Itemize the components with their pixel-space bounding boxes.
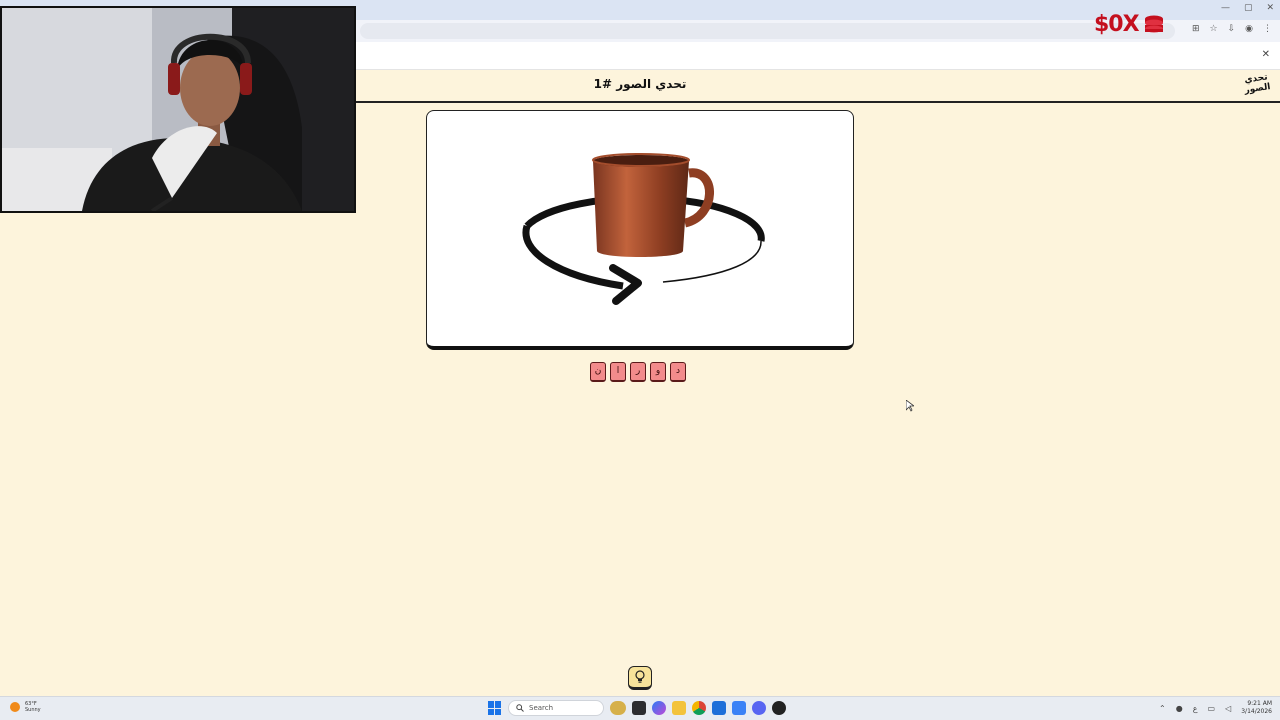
volume-icon[interactable]: ◁: [1225, 704, 1231, 713]
terminal-app-icon[interactable]: [632, 701, 646, 715]
chevron-up-icon[interactable]: ⌃: [1159, 704, 1166, 713]
weather-description: Sunny: [25, 707, 41, 713]
address-bar[interactable]: [360, 23, 1175, 39]
microphone-icon[interactable]: ●: [1176, 704, 1183, 713]
download-icon[interactable]: ⇩: [1228, 24, 1236, 34]
lightbulb-icon: [635, 670, 645, 683]
letter-tile[interactable]: و: [650, 362, 666, 382]
maximize-button[interactable]: ▢: [1244, 3, 1253, 13]
game-logo[interactable]: تحدي الصور: [1242, 72, 1271, 99]
coin-stack-icon: [1144, 15, 1163, 32]
sun-icon: [10, 702, 20, 712]
stream-brand: $0X: [1094, 12, 1165, 37]
obs-app-icon[interactable]: [772, 701, 786, 715]
chrome-app-icon[interactable]: [692, 701, 706, 715]
toolbar-icons: ⊞ ☆ ⇩ ◉ ⋮: [1192, 24, 1272, 34]
file-explorer-icon[interactable]: [672, 701, 686, 715]
windows-start-icon[interactable]: [488, 701, 502, 715]
input-language-indicator[interactable]: ع: [1193, 704, 1198, 713]
translate-icon[interactable]: ⊞: [1192, 24, 1200, 34]
clock-time: 9:21 AM: [1247, 700, 1272, 707]
letter-tiles: ن ا ر و د: [590, 362, 686, 382]
bookmark-star-icon[interactable]: ☆: [1210, 24, 1218, 34]
os-taskbar: 63°F Sunny Search ⌃ ● ع ▭ ◁ 9:21 AM 3/14…: [0, 696, 1280, 720]
letter-tile[interactable]: ن: [590, 362, 606, 382]
taskbar-search-box[interactable]: Search: [508, 700, 604, 716]
webcam-overlay: [0, 6, 356, 213]
profile-icon[interactable]: ◉: [1245, 24, 1253, 34]
letter-tile[interactable]: ر: [630, 362, 646, 382]
letter-tile[interactable]: د: [670, 362, 686, 382]
menu-icon[interactable]: ⋮: [1263, 24, 1272, 34]
discord-app-icon[interactable]: [752, 701, 766, 715]
mouse-cursor-icon: [906, 400, 914, 412]
taskbar-apps: Search: [488, 700, 786, 716]
weather-widget[interactable]: 63°F Sunny: [10, 701, 41, 713]
notepad-app-icon[interactable]: [732, 701, 746, 715]
task-view-icon[interactable]: [610, 701, 626, 715]
page-title: تحدي الصور #1: [593, 77, 687, 91]
clock-date: 3/14/2026: [1241, 708, 1272, 715]
infobar-close-icon[interactable]: ✕: [1262, 49, 1270, 60]
letter-tile[interactable]: ا: [610, 362, 626, 382]
copilot-app-icon[interactable]: [652, 701, 666, 715]
puzzle-image: [522, 153, 765, 305]
store-app-icon[interactable]: [712, 701, 726, 715]
search-icon: [516, 704, 524, 712]
system-tray: ⌃ ● ع ▭ ◁ 9:21 AM 3/14/2026: [1159, 700, 1272, 716]
system-clock[interactable]: 9:21 AM 3/14/2026: [1241, 700, 1272, 716]
window-controls: — ▢ ✕: [1221, 3, 1274, 13]
close-window-button[interactable]: ✕: [1266, 3, 1274, 13]
network-icon[interactable]: ▭: [1208, 704, 1216, 713]
minimize-button[interactable]: —: [1221, 3, 1230, 13]
puzzle-image-card: [426, 110, 854, 350]
hint-button[interactable]: [628, 666, 652, 690]
search-placeholder: Search: [529, 704, 554, 712]
brand-logo: $0X: [1094, 12, 1140, 37]
streamer-video: [2, 8, 354, 211]
